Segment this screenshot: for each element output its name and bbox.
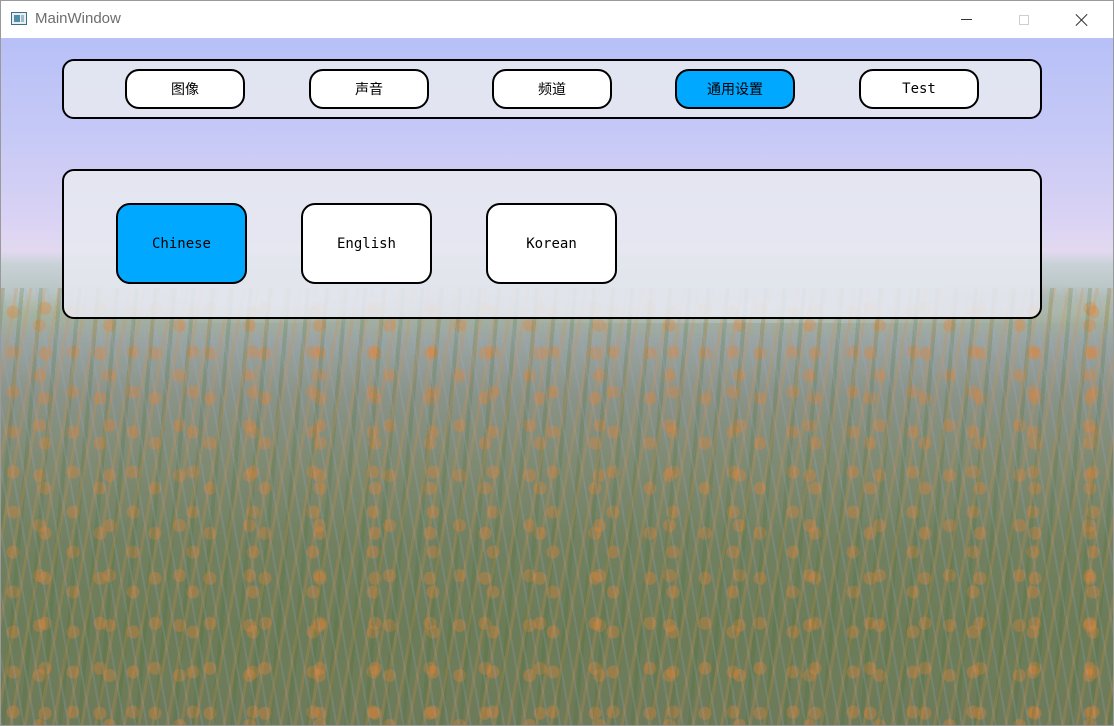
client-area: 图像 声音 频道 通用设置 Test Chinese English Korea… xyxy=(1,38,1113,725)
tab-channel[interactable]: 频道 xyxy=(492,69,612,109)
language-english-button[interactable]: English xyxy=(301,203,432,284)
maximize-button[interactable] xyxy=(995,1,1053,38)
language-chinese-button[interactable]: Chinese xyxy=(116,203,247,284)
minimize-icon xyxy=(960,19,972,20)
window-title: MainWindow xyxy=(35,10,121,27)
close-icon xyxy=(1075,13,1089,27)
main-window: MainWindow 图像 声音 频道 通用设置 Test Chinese En… xyxy=(0,0,1114,726)
maximize-icon xyxy=(1019,14,1029,25)
language-panel: Chinese English Korean xyxy=(62,169,1042,319)
tab-test[interactable]: Test xyxy=(859,69,979,109)
background-flower-field xyxy=(1,288,1113,725)
tab-bar-panel: 图像 声音 频道 通用设置 Test xyxy=(62,59,1042,119)
tab-general-settings[interactable]: 通用设置 xyxy=(675,69,795,109)
tab-image[interactable]: 图像 xyxy=(125,69,245,109)
app-icon xyxy=(11,12,27,25)
close-button[interactable] xyxy=(1053,1,1111,38)
minimize-button[interactable] xyxy=(937,1,995,38)
tab-sound[interactable]: 声音 xyxy=(309,69,429,109)
title-bar[interactable]: MainWindow xyxy=(1,1,1113,38)
language-korean-button[interactable]: Korean xyxy=(486,203,617,284)
